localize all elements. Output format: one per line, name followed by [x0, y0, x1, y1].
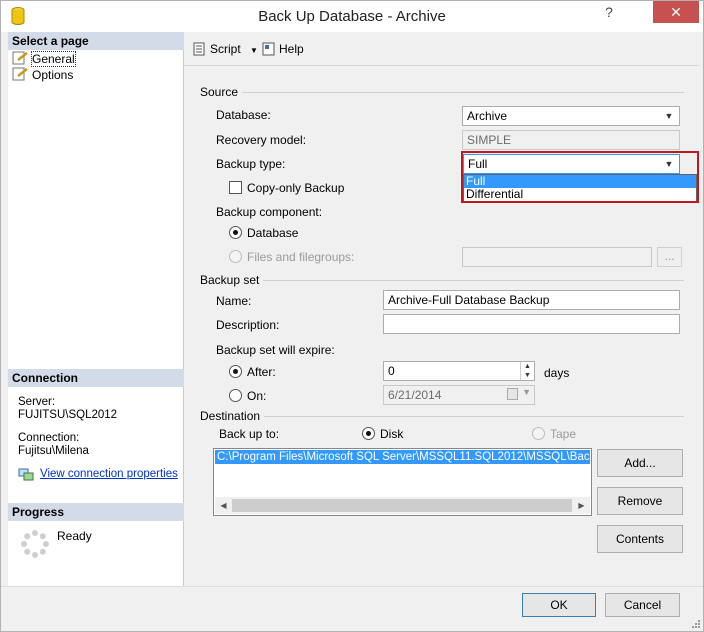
- source-group-label: Source: [200, 85, 243, 99]
- scroll-right-icon[interactable]: ▶: [573, 497, 590, 514]
- page-item-general[interactable]: General: [12, 51, 76, 67]
- calendar-icon: [507, 388, 518, 400]
- title-bar: Back Up Database - Archive ? ✕: [1, 1, 703, 32]
- database-label: Database:: [216, 108, 271, 122]
- scroll-left-icon[interactable]: ◀: [215, 497, 232, 514]
- connection-header: Connection: [8, 369, 184, 387]
- page-icon: [12, 51, 28, 65]
- toolbar: Script ▼ Help: [184, 32, 699, 66]
- page-item-options[interactable]: Options: [12, 67, 73, 83]
- tape-label: Tape: [550, 427, 577, 441]
- connection-label: Connection:: [18, 432, 80, 444]
- tape-radio[interactable]: [532, 427, 545, 440]
- copy-only-label: Copy-only Backup: [247, 181, 345, 195]
- connection-properties-icon: [18, 468, 34, 481]
- remove-button[interactable]: Remove: [597, 487, 683, 515]
- component-database-radio[interactable]: [229, 226, 242, 239]
- horizontal-scrollbar[interactable]: ◀ ▶: [215, 497, 590, 514]
- on-label: On:: [247, 389, 267, 403]
- backup-set-group-label: Backup set: [200, 273, 264, 287]
- description-label: Description:: [216, 318, 280, 332]
- database-value: Archive: [467, 109, 508, 123]
- script-icon: [193, 42, 205, 56]
- close-button[interactable]: ✕: [653, 1, 699, 23]
- expire-after-radio[interactable]: [229, 365, 242, 378]
- component-database-label: Database: [247, 226, 299, 240]
- script-label: Script: [210, 42, 241, 56]
- days-label: days: [544, 366, 570, 380]
- source-separator: [200, 92, 684, 93]
- expire-label: Backup set will expire:: [216, 343, 335, 357]
- backup-type-label: Backup type:: [216, 157, 286, 171]
- destination-path-item[interactable]: C:\Program Files\Microsoft SQL Server\MS…: [215, 450, 590, 464]
- footer-separator: [1, 586, 703, 587]
- files-filegroups-field: [462, 247, 652, 267]
- disk-label: Disk: [380, 427, 404, 441]
- recovery-model-label: Recovery model:: [216, 133, 307, 147]
- help-icon: [262, 42, 275, 56]
- chevron-down-icon: ▼: [664, 111, 674, 121]
- disk-radio[interactable]: [362, 427, 375, 440]
- contents-button[interactable]: Contents: [597, 525, 683, 553]
- files-browse-button[interactable]: ...: [657, 247, 682, 267]
- name-input[interactable]: Archive-Full Database Backup: [383, 290, 680, 310]
- copy-only-checkbox[interactable]: [229, 181, 242, 194]
- help-button[interactable]: Help: [262, 42, 304, 56]
- left-pane: Select a page General Options Connection…: [8, 32, 184, 586]
- cancel-button[interactable]: Cancel: [605, 593, 680, 617]
- server-value: FUJITSU\SQL2012: [18, 409, 118, 421]
- progress-header: Progress: [8, 503, 184, 521]
- spin-down-icon[interactable]: ▼: [521, 371, 534, 380]
- back-up-to-label: Back up to:: [219, 427, 280, 441]
- help-label: Help: [279, 42, 304, 56]
- script-button[interactable]: Script ▼: [193, 42, 258, 56]
- ok-button[interactable]: OK: [522, 593, 596, 617]
- close-icon: ✕: [670, 4, 682, 20]
- backup-component-label: Backup component:: [216, 205, 323, 219]
- page-item-label: Options: [32, 68, 74, 82]
- server-label: Server:: [18, 396, 56, 408]
- select-page-header: Select a page: [8, 32, 184, 50]
- expire-on-radio[interactable]: [229, 389, 242, 402]
- annotation-highlight-box: [461, 151, 699, 203]
- chevron-down-icon: ▼: [250, 46, 258, 55]
- recovery-model-field: SIMPLE: [462, 130, 680, 150]
- chevron-down-icon: ▼: [522, 387, 531, 397]
- after-label: After:: [247, 365, 276, 379]
- question-icon: ?: [605, 4, 613, 20]
- add-button[interactable]: Add...: [597, 449, 683, 477]
- backup-set-separator: [200, 280, 684, 281]
- expire-date-picker[interactable]: 6/21/2014 ▼: [383, 385, 535, 405]
- spin-up-icon[interactable]: ▲: [521, 362, 534, 371]
- destination-group-label: Destination: [200, 409, 265, 423]
- after-days-value: 0: [388, 364, 395, 378]
- progress-status: Ready: [57, 529, 92, 543]
- component-files-radio[interactable]: [229, 250, 242, 263]
- days-spinner[interactable]: ▲ ▼: [520, 362, 534, 380]
- title-help-button[interactable]: ?: [595, 1, 623, 23]
- database-select[interactable]: Archive ▼: [462, 106, 680, 126]
- backup-dialog: Back Up Database - Archive ? ✕ Select a …: [0, 0, 704, 632]
- page-item-label: General: [31, 51, 76, 67]
- component-files-label: Files and filegroups:: [247, 250, 355, 264]
- view-connection-properties-link[interactable]: View connection properties: [40, 468, 178, 480]
- page-icon: [12, 67, 28, 81]
- scrollbar-thumb[interactable]: [232, 499, 572, 512]
- destination-separator: [200, 416, 684, 417]
- connection-value: Fujitsu\Milena: [18, 445, 89, 457]
- progress-spinner-icon: [21, 530, 49, 558]
- after-days-input[interactable]: 0 ▲ ▼: [383, 361, 535, 381]
- destination-list[interactable]: C:\Program Files\Microsoft SQL Server\MS…: [213, 448, 592, 516]
- expire-date-value: 6/21/2014: [388, 388, 442, 402]
- description-input[interactable]: [383, 314, 680, 334]
- right-pane: Script ▼ Help Source Database: Archive ▼…: [184, 32, 699, 586]
- resize-grip-icon[interactable]: [691, 619, 701, 629]
- name-label: Name:: [216, 294, 252, 308]
